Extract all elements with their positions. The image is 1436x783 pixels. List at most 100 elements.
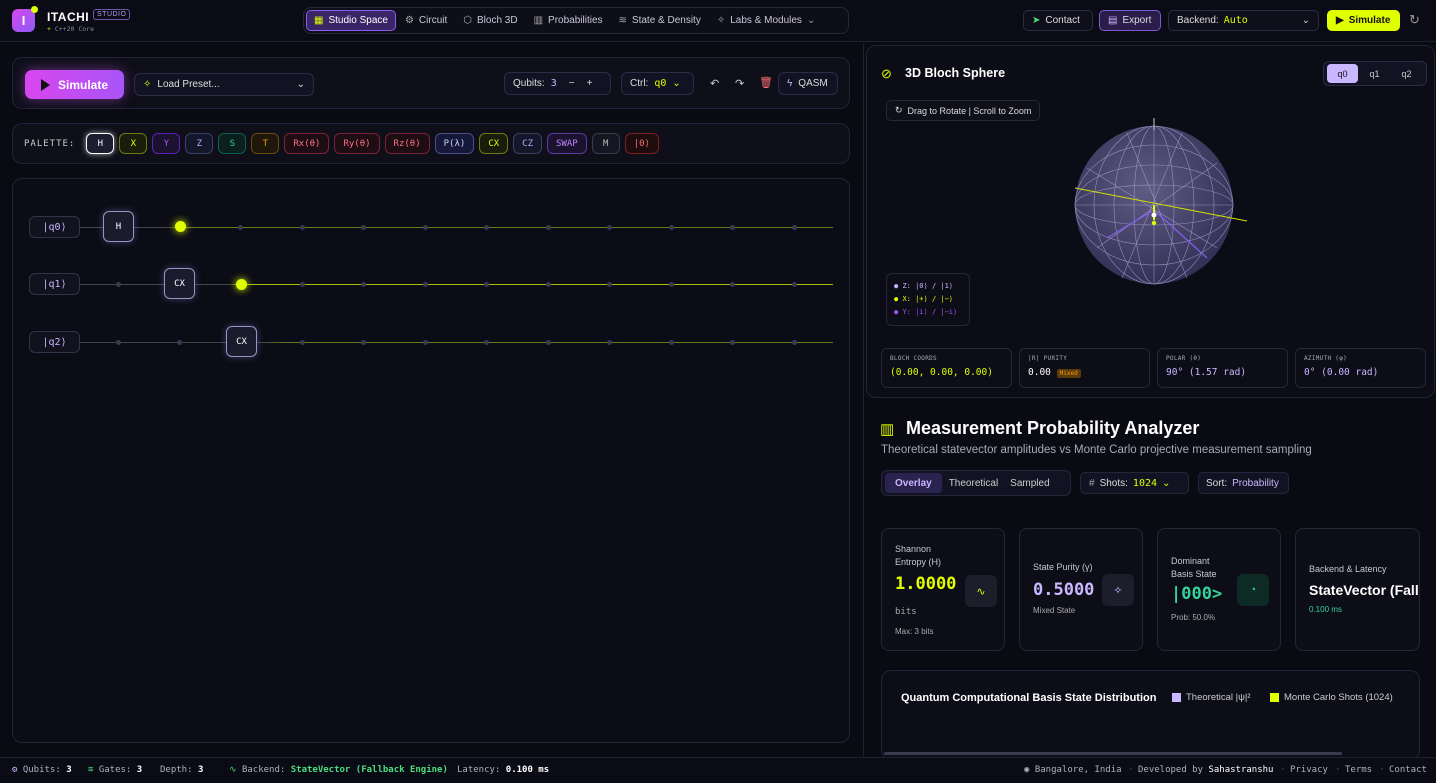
palette-gate-z[interactable]: Z — [185, 133, 214, 154]
link-privacy[interactable]: Privacy — [1290, 765, 1328, 775]
dominant-state-value: |000> — [1171, 584, 1223, 604]
qubit-label-q0: |q0⟩ — [29, 216, 80, 238]
sparkle-icon: ✧ — [716, 15, 726, 26]
sparkle-icon: ✧ — [143, 79, 152, 90]
palette-gate-t[interactable]: T — [251, 133, 280, 154]
palette-label: PALETTE: — [24, 138, 76, 149]
increment-button[interactable]: + — [587, 78, 593, 89]
palette-gate-h[interactable]: H — [86, 133, 115, 154]
bloch-axis-legend: ● Z: |0⟩ / |1⟩ ● X: |+⟩ / |−⟩ ● Y: |i⟩ /… — [886, 273, 970, 326]
tab-theoretical[interactable]: Theoretical — [944, 473, 1003, 493]
contact-button[interactable]: ➤ Contact — [1023, 10, 1093, 31]
load-preset-select[interactable]: ✧ Load Preset... ⌄ — [134, 73, 314, 96]
distribution-chart: Quantum Computational Basis State Distri… — [881, 670, 1420, 760]
tab-q0[interactable]: q0 — [1327, 64, 1358, 83]
send-icon: ➤ — [1032, 15, 1041, 26]
palette-gate-x[interactable]: X — [119, 133, 148, 154]
mixed-badge: Mixed — [1056, 369, 1081, 378]
gate-palette: PALETTE: H X Y Z S T Rx(θ) Ry(θ) Rz(θ) P… — [12, 123, 850, 164]
grid-icon: ▦ — [314, 15, 324, 26]
legend-monte-carlo: Monte Carlo Shots (1024) — [1270, 692, 1393, 703]
tab-q2[interactable]: q2 — [1391, 64, 1422, 83]
nav-probabilities[interactable]: ▥ Probabilities — [527, 10, 610, 31]
bloch-panel: ⊘ 3D Bloch Sphere q0 q1 q2 ↻ Drag to Rota… — [866, 45, 1435, 398]
prob-subtitle: Theoretical statevector amplitudes vs Mo… — [881, 444, 1312, 456]
backend-value: StateVector (Fallback Engine) — [1309, 582, 1419, 598]
palette-gate-swap[interactable]: SWAP — [547, 133, 587, 154]
sparkle-icon: ✧ — [1102, 574, 1134, 606]
redo-icon[interactable]: ↷ — [735, 77, 744, 90]
backend-select[interactable]: Backend: Auto ⌄ — [1168, 10, 1319, 31]
main-nav: ▦ Studio Space ⚙ Circuit ⬡ Bloch 3D ▥ Probab… — [303, 7, 849, 34]
bloch-sphere-visual[interactable] — [1067, 118, 1257, 288]
brand-subtitle: + C++20 Core — [47, 25, 94, 33]
horizontal-scrollbar[interactable] — [884, 752, 1342, 755]
palette-gate-rz[interactable]: Rz(θ) — [384, 133, 430, 154]
undo-icon[interactable]: ↶ — [710, 77, 719, 90]
gate-h-q0[interactable]: H — [103, 211, 134, 242]
rotate-icon: ↻ — [895, 105, 903, 115]
qubit-label-q2: |q2⟩ — [29, 331, 80, 353]
compass-icon: ⊘ — [881, 66, 892, 81]
circuit-icon: ⚙ — [404, 15, 414, 26]
palette-gate-p[interactable]: P(λ) — [434, 133, 475, 154]
pin-icon: ◉ — [1024, 765, 1030, 775]
bloch-hint: ↻ Drag to Rotate | Scroll to Zoom — [886, 100, 1041, 121]
control-qubit-select[interactable]: Ctrl: q0 ⌄ — [621, 72, 694, 95]
control-dot-q1[interactable] — [236, 279, 247, 290]
card-purity: State Purity (γ) 0.5000 Mixed State ✧ — [1019, 528, 1143, 651]
gate-cx-q1[interactable]: CX — [164, 268, 195, 299]
link-terms[interactable]: Terms — [1345, 765, 1372, 775]
pulse-icon: ∿ — [965, 575, 997, 607]
nav-labs-modules[interactable]: ✧ Labs & Modules ⌄ — [710, 10, 823, 31]
decrement-button[interactable]: − — [569, 78, 575, 89]
studio-left-pane: Simulate ✧ Load Preset... ⌄ Qubits: 3− + Ctr… — [0, 43, 862, 757]
nav-state-density[interactable]: ≋ State & Density — [612, 10, 708, 31]
tab-sampled[interactable]: Sampled — [1005, 473, 1054, 493]
status-depth: Depth: 3 — [160, 765, 204, 775]
simulate-button[interactable]: Simulate — [25, 70, 124, 99]
tab-overlay[interactable]: Overlay — [885, 473, 942, 493]
wire-q2 — [80, 340, 833, 345]
view-tabs: Overlay Theoretical Sampled — [881, 470, 1071, 496]
metric-bloch-coords: BLOCH COORDS (0.00, 0.00, 0.00) — [881, 348, 1012, 388]
nav-circuit[interactable]: ⚙ Circuit — [398, 10, 454, 31]
play-icon — [40, 78, 50, 91]
top-bar: I ITACHI STUDIO + C++20 Core ▦ Studio Spa… — [0, 0, 1436, 42]
wire-q0 — [80, 225, 833, 230]
simulate-top-button[interactable]: ▶ Simulate — [1327, 10, 1400, 31]
sort-select[interactable]: Sort: Probability — [1198, 472, 1289, 494]
palette-gate-rx[interactable]: Rx(θ) — [284, 133, 330, 154]
nav-bloch-3d[interactable]: ⬡ Bloch 3D — [456, 10, 524, 31]
trash-icon[interactable]: 🗑 — [759, 76, 773, 89]
nav-studio-space[interactable]: ▦ Studio Space — [306, 10, 396, 31]
circuit-canvas[interactable] — [12, 178, 850, 743]
prob-title: Measurement Probability Analyzer — [906, 418, 1200, 438]
status-bar: ⚙ Qubits: 3 ≋ Gates: 3 Depth: 3 ∿ Backen… — [0, 757, 1436, 783]
palette-gate-reset[interactable]: |0⟩ — [624, 133, 659, 154]
shots-select[interactable]: # Shots: 1024 ⌄ — [1080, 472, 1189, 494]
control-dot-q0[interactable] — [175, 221, 186, 232]
bolt-icon: ϟ — [787, 78, 793, 89]
palette-gate-ry[interactable]: Ry(θ) — [334, 133, 380, 154]
metric-purity: |R| PURITY 0.00 Mixed — [1019, 348, 1150, 388]
qubit-tabs: q0 q1 q2 — [1323, 61, 1427, 86]
play-icon: ▶ — [1336, 15, 1344, 26]
entropy-value: 1.0000 — [895, 574, 957, 594]
gate-cx-q2[interactable]: CX — [226, 326, 257, 357]
app-logo[interactable]: I — [12, 6, 38, 32]
palette-gate-y[interactable]: Y — [152, 133, 181, 154]
tab-q1[interactable]: q1 — [1359, 64, 1390, 83]
qasm-button[interactable]: ϟ QASM — [778, 72, 838, 95]
purity-value: 0.5000 — [1033, 580, 1095, 600]
brand-tag: STUDIO — [93, 9, 131, 20]
palette-gate-s[interactable]: S — [218, 133, 247, 154]
palette-gate-cx[interactable]: CX — [479, 133, 509, 154]
link-contact[interactable]: Contact — [1389, 765, 1427, 775]
palette-gate-cz[interactable]: CZ — [513, 133, 543, 154]
palette-gate-measure[interactable]: M — [591, 133, 620, 154]
chevron-down-icon: ⌄ — [806, 15, 816, 26]
file-icon: ▤ — [1108, 15, 1118, 26]
export-button[interactable]: ▤ Export — [1099, 10, 1161, 31]
reset-icon[interactable]: ↻ — [1409, 12, 1420, 28]
